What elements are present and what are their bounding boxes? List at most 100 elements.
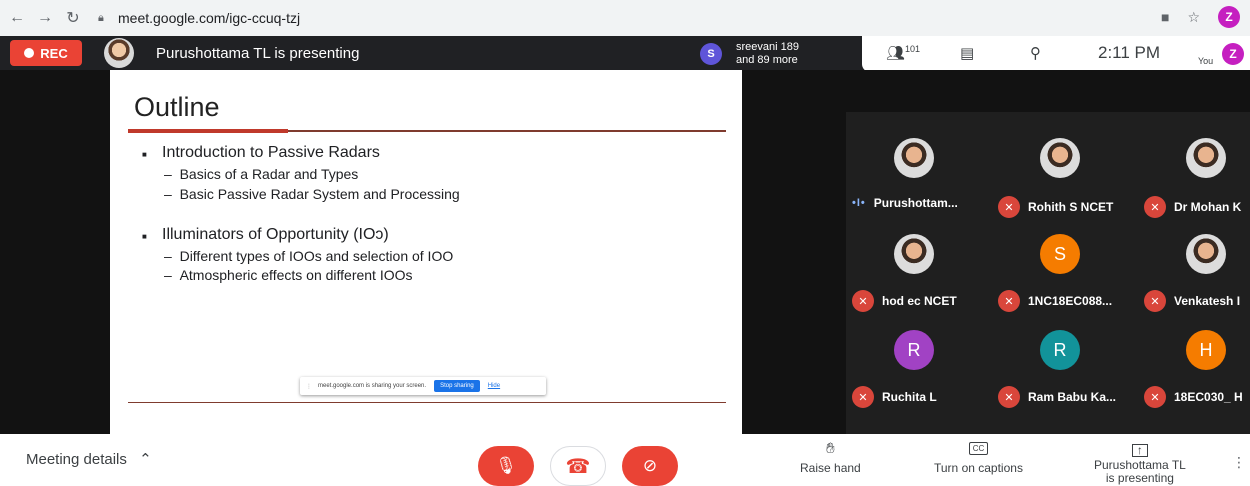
- participant-label: ✕ Dr Mohan K: [1144, 196, 1241, 218]
- camera-indicator-icon[interactable]: ■: [1161, 9, 1169, 25]
- record-dot-icon: [24, 48, 35, 58]
- forward-arrow-icon[interactable]: →: [34, 7, 56, 29]
- profile-avatar[interactable]: Z: [1218, 6, 1240, 28]
- hide-banner-link[interactable]: Hide: [488, 383, 500, 389]
- hand-icon: ✋︎: [826, 440, 835, 457]
- participant-label: ✕ Ram Babu Ka...: [998, 386, 1116, 408]
- participant-tile[interactable]: R ✕ Ruchita L: [846, 326, 982, 410]
- participant-avatar: R: [1040, 330, 1080, 370]
- participant-label: ✕ Ruchita L: [852, 386, 937, 408]
- meet-bottombar: Meeting details ⌃ 🎙︎ ☎︎ ⊘ ✋︎ Raise hand …: [0, 434, 1250, 486]
- rec-label: REC: [40, 45, 68, 61]
- mic-muted-icon: ✕: [998, 290, 1020, 312]
- hang-up-icon: ☎︎: [565, 455, 591, 478]
- stage-margin-right: [742, 70, 846, 434]
- mic-muted-icon: ✕: [998, 196, 1020, 218]
- participant-label: ✕ Rohith S NCET: [998, 196, 1113, 218]
- chat-icon[interactable]: ▤: [960, 44, 974, 62]
- mic-muted-icon: ✕: [852, 386, 874, 408]
- people-button[interactable]: 👥︎101: [886, 44, 920, 62]
- participants-chip[interactable]: S sreevani 189 and 89 more: [690, 36, 860, 72]
- stop-sharing-button[interactable]: Stop sharing: [434, 380, 480, 392]
- browser-toolbar: ← → ↻ 🔒︎ meet.google.com/igc-ccuq-tzj ■ …: [0, 0, 1250, 36]
- participant-avatar: [894, 234, 934, 274]
- participant-name: 18EC030_ H: [1174, 390, 1243, 404]
- url-text: meet.google.com/igc-ccuq-tzj: [118, 10, 301, 26]
- participant-name: 1NC18EC088...: [1028, 294, 1113, 308]
- meeting-info-bar: 👥︎101 ▤ ⚲ 2:11 PM You Z: [862, 36, 1250, 72]
- participant-name: Purushottam...: [873, 196, 958, 210]
- present-screen-icon: ↑: [1131, 444, 1148, 457]
- bookmark-star-icon[interactable]: ☆: [1187, 9, 1200, 26]
- speaking-indicator-icon: •I•: [852, 197, 866, 209]
- participant-label: ✕ hod ec NCET: [852, 290, 957, 312]
- participant-label: ✕ Venkatesh I: [1144, 290, 1240, 312]
- participant-avatar: [894, 138, 934, 178]
- slide-title: Outline: [134, 92, 220, 122]
- participant-tile[interactable]: ✕ Dr Mohan K: [1138, 136, 1250, 220]
- activities-icon[interactable]: ⚲: [1030, 44, 1041, 62]
- participant-tile[interactable]: ✕ hod ec NCET: [846, 230, 982, 314]
- participant-name: Venkatesh I: [1174, 294, 1241, 308]
- slide-subbullet: – Different types of IOOs and selection …: [164, 248, 454, 264]
- slide-subbullet: – Basics of a Radar and Types: [164, 166, 359, 182]
- slide-bullet: Illuminators of Opportunity (IOↄ): [142, 226, 389, 244]
- participant-tile[interactable]: S ✕ 1NC18EC088...: [992, 230, 1128, 314]
- slide-footer-divider: [128, 402, 726, 403]
- you-avatar[interactable]: Z: [1222, 43, 1244, 65]
- participant-count: 101: [905, 44, 921, 54]
- participant-avatar: [1040, 138, 1080, 178]
- raise-hand-button[interactable]: ✋︎ Raise hand: [800, 440, 861, 475]
- participant-tile[interactable]: H ✕ 18EC030_ H: [1138, 326, 1250, 410]
- participant-name: Rohith S NCET: [1028, 200, 1114, 214]
- leave-call-button[interactable]: ☎︎: [550, 446, 606, 486]
- presenting-title: Purushottama TL is presenting: [156, 45, 360, 62]
- stage-margin-left: [0, 70, 110, 434]
- participant-avatar: [1186, 138, 1226, 178]
- mic-muted-icon: ✕: [1144, 386, 1166, 408]
- drag-handle-icon[interactable]: ⋮: [306, 383, 312, 390]
- participant-tile[interactable]: •I• Purushottam...: [846, 136, 982, 220]
- participant-tile[interactable]: ✕ Venkatesh I: [1138, 230, 1250, 314]
- people-icon: 👥︎: [886, 45, 906, 62]
- mic-muted-icon: ✕: [852, 290, 874, 312]
- chip-line1: sreevani 189: [736, 41, 799, 53]
- lock-icon: 🔒︎: [98, 12, 104, 24]
- slide-subbullet: – Atmospheric effects on different IOOs: [164, 267, 413, 283]
- participants-grid: •I• Purushottam... ✕ Rohith S NCET ✕ Dr Mohan…: [846, 70, 1250, 434]
- participant-tile[interactable]: R ✕ Ram Babu Ka...: [992, 326, 1128, 410]
- you-label: You: [1198, 56, 1214, 66]
- present-now-button[interactable]: ↑ Purushottama TL is presenting: [1094, 444, 1186, 485]
- participant-tile[interactable]: ✕ Rohith S NCET: [992, 136, 1128, 220]
- slide-bullet: Introduction to Passive Radars: [142, 144, 380, 162]
- address-bar[interactable]: 🔒︎ meet.google.com/igc-ccuq-tzj: [98, 5, 1178, 31]
- participant-name: hod ec NCET: [882, 294, 957, 308]
- slide-divider-accent: [128, 129, 288, 133]
- back-arrow-icon[interactable]: ←: [6, 7, 28, 29]
- chip-line2: and 89 more: [736, 54, 798, 66]
- participant-avatar: R: [894, 330, 934, 370]
- mic-muted-icon: ✕: [1144, 196, 1166, 218]
- participant-avatar: H: [1186, 330, 1226, 370]
- participant-name: Dr Mohan K: [1174, 200, 1242, 214]
- chevron-up-icon: ⌃: [139, 451, 152, 468]
- more-options-icon[interactable]: ⋮: [1232, 454, 1246, 471]
- mic-off-icon: 🎙︎: [495, 456, 517, 475]
- presenter-avatar: [104, 38, 134, 68]
- camera-off-button[interactable]: ⊘: [622, 446, 678, 486]
- captions-button[interactable]: CC Turn on captions: [934, 440, 1023, 475]
- meet-window: ← → ↻ 🔒︎ meet.google.com/igc-ccuq-tzj ■ …: [0, 0, 1250, 486]
- reload-icon[interactable]: ↻: [62, 7, 84, 29]
- screen-share-banner: ⋮ meet.google.com is sharing your screen…: [300, 377, 546, 395]
- participant-name: Ruchita L: [882, 390, 937, 404]
- grid-header: [846, 70, 1250, 112]
- participant-label: ✕ 1NC18EC088...: [998, 290, 1112, 312]
- meeting-details-button[interactable]: Meeting details ⌃: [26, 450, 152, 468]
- slide-subbullet: – Basic Passive Radar System and Process…: [164, 186, 460, 202]
- camera-off-icon: ⊘: [642, 456, 658, 475]
- clock-time: 2:11 PM: [1098, 43, 1161, 62]
- captions-icon: CC: [968, 442, 989, 455]
- share-banner-text: meet.google.com is sharing your screen.: [318, 383, 427, 389]
- microphone-off-button[interactable]: 🎙︎: [478, 446, 534, 486]
- chip-avatar: S: [700, 43, 722, 65]
